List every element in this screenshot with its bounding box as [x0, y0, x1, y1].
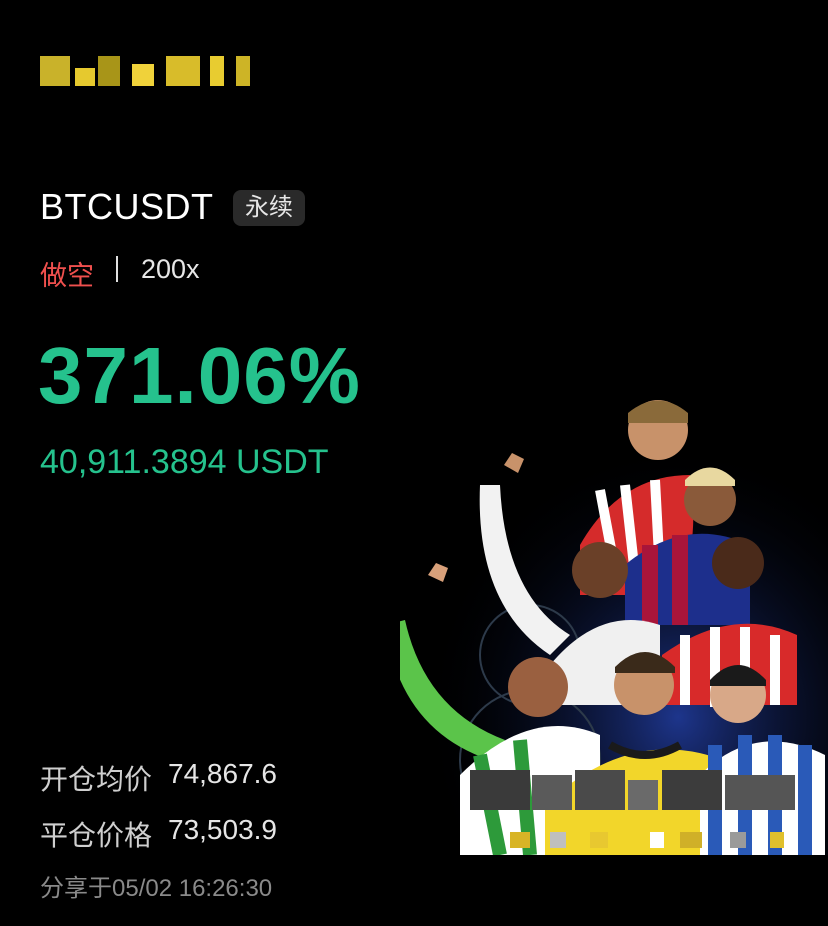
trading-pair: BTCUSDT — [40, 186, 214, 227]
pixelated-logo-icon — [40, 56, 255, 86]
position-direction: 做空 — [40, 261, 94, 291]
shared-timestamp: 分享于05/02 16:26:30 — [40, 875, 273, 902]
pixelated-overlay-icon — [470, 770, 800, 850]
divider — [116, 256, 118, 282]
close-price-label: 平仓价格 — [40, 820, 153, 851]
roi-percent: 371.06% — [38, 331, 361, 420]
open-price-value: 74,867.6 — [168, 758, 277, 789]
close-price-value: 73,503.9 — [168, 814, 277, 845]
pnl-amount: 40,911.3894 USDT — [40, 443, 329, 481]
leverage: 200x — [141, 254, 200, 284]
contract-type-badge: 永续 — [233, 190, 305, 226]
open-price-label: 开仓均价 — [40, 764, 153, 795]
